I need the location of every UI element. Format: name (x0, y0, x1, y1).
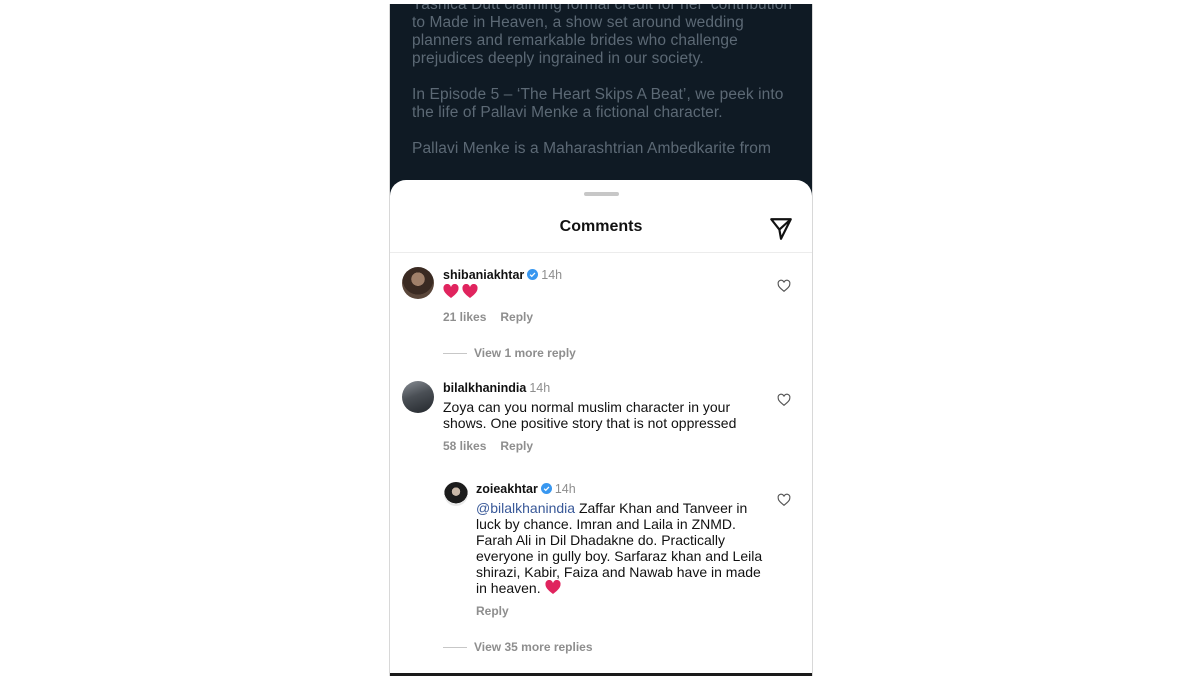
avatar[interactable] (402, 381, 434, 413)
avatar[interactable] (444, 482, 468, 506)
comment-likes[interactable]: 21 likes (443, 310, 486, 324)
like-heart-icon[interactable] (777, 279, 791, 293)
comment-username-row: bilalkhanindia 14h (443, 381, 550, 395)
comment-meta: 58 likes Reply (443, 439, 547, 453)
red-heart-icon (443, 284, 459, 298)
comment-likes[interactable]: 58 likes (443, 439, 486, 453)
red-heart-icon (544, 580, 561, 594)
comment-time: 14h (541, 268, 563, 282)
comment-username-row: shibaniakhtar 14h (443, 268, 562, 282)
view-more-label[interactable]: View 35 more replies (474, 640, 593, 654)
phone-screen: Yashica Dutt claiming formal credit for … (389, 4, 813, 676)
reply-time: 14h (554, 482, 576, 496)
reply-meta: Reply (476, 604, 523, 618)
red-heart-icon (462, 284, 478, 298)
avatar[interactable] (402, 267, 434, 299)
comment-text-emoji (443, 284, 478, 300)
reply-username-row: zoieakhtar 14h (476, 482, 576, 496)
post-paragraph: Pallavi Menke is a Maharashtrian Ambedka… (412, 140, 771, 157)
post-paragraph: Yashica Dutt claiming formal credit for … (412, 4, 796, 67)
view-more-label[interactable]: View 1 more reply (474, 346, 576, 360)
post-caption-background: Yashica Dutt claiming formal credit for … (412, 4, 802, 176)
comment-username[interactable]: shibaniakhtar (443, 268, 524, 282)
replies-line (443, 353, 467, 355)
comment-time: 14h (529, 381, 551, 395)
like-heart-icon[interactable] (777, 393, 791, 407)
comment-username[interactable]: bilalkhanindia (443, 381, 526, 395)
verified-badge-icon (540, 483, 552, 494)
mention-link[interactable]: @bilalkhanindia (476, 500, 575, 516)
comment-text: Zoya can you normal muslim character in … (443, 399, 737, 431)
reply-button[interactable]: Reply (476, 604, 509, 618)
comment-item: shibaniakhtar 14h 21 likes Reply View 1 mo… (390, 180, 812, 370)
replies-line (443, 647, 467, 649)
like-heart-icon[interactable] (777, 493, 791, 507)
view-more-replies[interactable]: View 1 more reply (443, 346, 576, 360)
reply-button[interactable]: Reply (500, 310, 533, 324)
verified-badge-icon (527, 269, 539, 280)
comment-meta: 21 likes Reply (443, 310, 547, 324)
post-paragraph: In Episode 5 – ‘The Heart Skips A Beat’,… (412, 86, 784, 121)
reply-text: @bilalkhanindia Zaffar Khan and Tanveer … (476, 500, 766, 596)
reply-button[interactable]: Reply (500, 439, 533, 453)
reply-username[interactable]: zoieakhtar (476, 482, 538, 496)
comments-sheet: Comments shibaniakhtar 14h 21 likes Reply … (390, 180, 812, 673)
view-more-replies[interactable]: View 35 more replies (443, 640, 593, 654)
